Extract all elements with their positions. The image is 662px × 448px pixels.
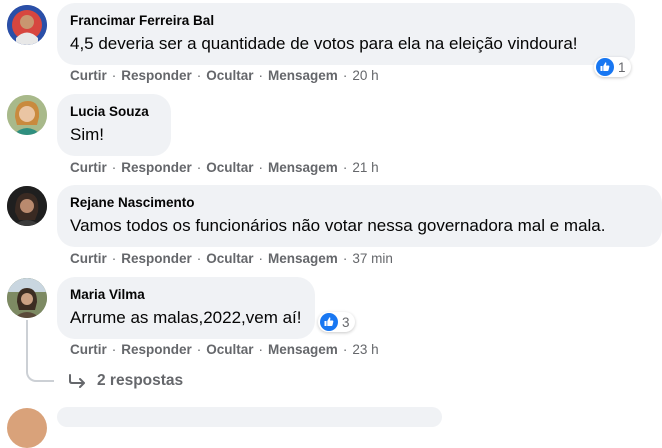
reaction-count[interactable]: 1 <box>594 57 631 77</box>
message-button[interactable]: Mensagem <box>268 160 338 175</box>
message-button[interactable]: Mensagem <box>268 251 338 266</box>
like-button[interactable]: Curtir <box>70 342 107 357</box>
comment-bubble <box>57 407 442 427</box>
message-button[interactable]: Mensagem <box>268 342 338 357</box>
comment-author[interactable]: Francimar Ferreira Bal <box>70 12 623 30</box>
user-avatar-icon <box>7 186 47 226</box>
reply-button[interactable]: Responder <box>121 68 192 83</box>
comment-text: Arrume as malas,2022,vem aí! <box>70 308 302 327</box>
user-avatar-icon <box>7 95 47 135</box>
hide-button[interactable]: Ocultar <box>206 68 253 83</box>
comment-timestamp[interactable]: 23 h <box>352 342 378 357</box>
hide-button[interactable]: Ocultar <box>206 251 253 266</box>
reply-button[interactable]: Responder <box>121 160 192 175</box>
avatar[interactable] <box>7 408 47 448</box>
comment-author[interactable]: Maria Vilma <box>70 286 303 304</box>
avatar[interactable] <box>7 95 47 135</box>
comment-timestamp[interactable]: 20 h <box>352 68 378 83</box>
comment-actions: Curtir · Responder · Ocultar · Mensagem · 21 h <box>70 160 379 175</box>
reaction-count[interactable]: 3 <box>318 312 355 332</box>
comment-bubble: Lucia Souza Sim! <box>57 94 171 156</box>
like-button[interactable]: Curtir <box>70 251 107 266</box>
hide-button[interactable]: Ocultar <box>206 160 253 175</box>
avatar[interactable] <box>7 186 47 226</box>
view-replies-label: 2 respostas <box>97 372 184 389</box>
reaction-count-label: 3 <box>342 314 350 330</box>
comment-text: Sim! <box>70 125 104 144</box>
message-button[interactable]: Mensagem <box>268 68 338 83</box>
comment-timestamp[interactable]: 21 h <box>352 160 378 175</box>
comment-text: 4,5 deveria ser a quantidade de votos pa… <box>70 34 578 53</box>
comment-bubble: Francimar Ferreira Bal 4,5 deveria ser a… <box>57 3 635 65</box>
like-button[interactable]: Curtir <box>70 160 107 175</box>
like-icon <box>596 58 614 76</box>
avatar[interactable] <box>7 5 47 45</box>
comment-timestamp[interactable]: 37 min <box>352 251 393 266</box>
comment-actions: Curtir · Responder · Ocultar · Mensagem · 37 min <box>70 251 393 266</box>
avatar[interactable] <box>7 278 47 318</box>
view-replies-button[interactable]: 2 respostas <box>69 372 183 390</box>
like-icon <box>320 313 338 331</box>
comment-text: Vamos todos os funcionários não votar ne… <box>70 216 606 235</box>
like-button[interactable]: Curtir <box>70 68 107 83</box>
comment-author[interactable]: Lucia Souza <box>70 103 159 121</box>
comment-actions: Curtir · Responder · Ocultar · Mensagem · 23 h <box>70 342 379 357</box>
comment-bubble: Maria Vilma Arrume as malas,2022,vem aí! <box>57 277 315 339</box>
user-avatar-icon <box>7 278 47 318</box>
reply-button[interactable]: Responder <box>121 251 192 266</box>
hide-button[interactable]: Ocultar <box>206 342 253 357</box>
comment-author[interactable]: Rejane Nascimento <box>70 194 650 212</box>
user-avatar-icon <box>7 5 47 45</box>
reply-button[interactable]: Responder <box>121 342 192 357</box>
thread-connector-line <box>26 320 54 382</box>
reaction-count-label: 1 <box>618 59 626 75</box>
comment-actions: Curtir · Responder · Ocultar · Mensagem · 20 h <box>70 68 379 83</box>
comment-bubble: Rejane Nascimento Vamos todos os funcion… <box>57 185 662 247</box>
reply-arrow-icon <box>69 374 85 388</box>
